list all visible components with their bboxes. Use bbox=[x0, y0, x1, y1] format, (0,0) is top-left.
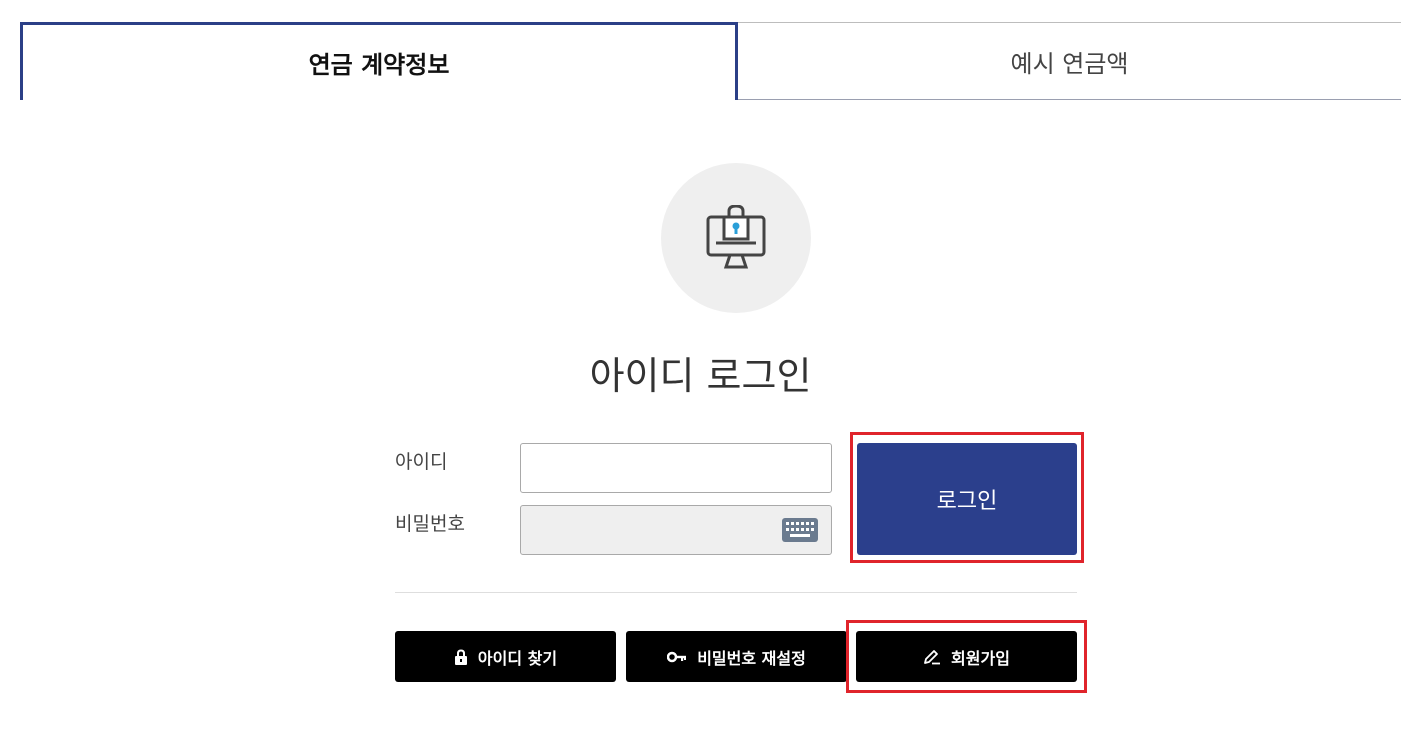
tab-contract-info[interactable]: 연금 계약정보 bbox=[20, 22, 738, 100]
id-label: 아이디 bbox=[395, 451, 448, 473]
tab-contract-info-label: 연금 계약정보 bbox=[308, 51, 450, 79]
tab-example-pension-label: 예시 연금액 bbox=[1010, 49, 1129, 78]
tab-example-pension[interactable]: 예시 연금액 bbox=[738, 22, 1401, 100]
keyboard-icon[interactable] bbox=[781, 516, 819, 544]
reset-password-button[interactable]: 비밀번호 재설정 bbox=[626, 631, 847, 682]
divider bbox=[395, 592, 1077, 593]
find-id-label: 아이디 찾기 bbox=[477, 648, 558, 668]
computer-lock-icon bbox=[661, 163, 811, 313]
signup-label: 회원가입 bbox=[951, 648, 1010, 668]
page-title: 아이디 로그인 bbox=[589, 354, 812, 398]
password-label: 비밀번호 bbox=[395, 513, 465, 535]
lock-icon bbox=[454, 648, 468, 665]
pencil-icon bbox=[923, 649, 941, 665]
reset-password-label: 비밀번호 재설정 bbox=[697, 648, 806, 668]
key-icon bbox=[667, 651, 687, 663]
signup-button[interactable]: 회원가입 bbox=[856, 631, 1077, 682]
id-input[interactable] bbox=[520, 443, 832, 493]
login-button[interactable]: 로그인 bbox=[857, 443, 1077, 555]
find-id-button[interactable]: 아이디 찾기 bbox=[395, 631, 616, 682]
